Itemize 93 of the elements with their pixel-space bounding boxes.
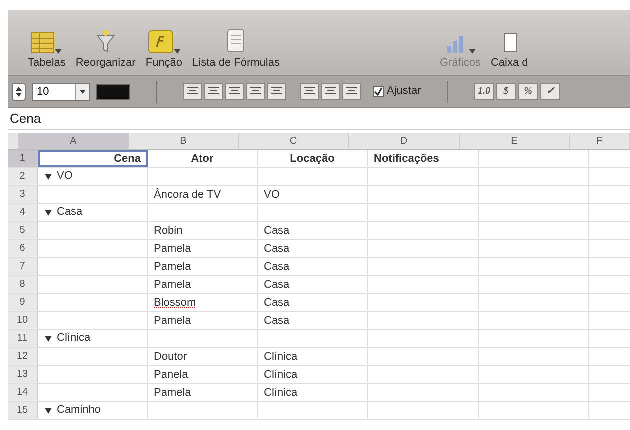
table-cell: Clínica — [264, 369, 298, 381]
row-number[interactable]: 3 — [8, 186, 38, 203]
align-button[interactable] — [321, 83, 340, 100]
align-button[interactable] — [246, 83, 265, 100]
column-header[interactable]: F — [570, 133, 630, 149]
align-button[interactable] — [300, 83, 319, 100]
align-button[interactable] — [267, 83, 286, 100]
stepper-arrows-icon — [16, 86, 22, 96]
table-cell: Notificações — [374, 153, 440, 165]
align-icon — [271, 87, 282, 96]
column-header[interactable]: B — [129, 133, 239, 149]
group-label: Clínica — [57, 331, 91, 346]
row-number[interactable]: 15 — [8, 402, 38, 419]
table-cell: Casa — [264, 225, 290, 237]
toolbar-button[interactable]: Reorganizar — [76, 26, 136, 69]
format-button[interactable]: ✓ — [540, 83, 560, 100]
row-number[interactable]: 1 — [8, 150, 38, 167]
column-header[interactable]: A — [19, 133, 129, 149]
align-icon — [208, 87, 219, 96]
group-label: Casa — [57, 205, 83, 220]
table-cell: Casa — [264, 315, 290, 327]
table-cell: Casa — [264, 261, 290, 273]
table-cell: Casa — [264, 279, 290, 291]
table-cell: Clínica — [264, 351, 298, 363]
row-number[interactable]: 5 — [8, 222, 38, 239]
table-cell: Panela — [154, 369, 188, 381]
align-icon — [187, 87, 198, 96]
stepper[interactable] — [12, 82, 26, 100]
disclosure-triangle[interactable] — [45, 210, 52, 216]
align-icon — [229, 87, 240, 96]
disclosure-triangle[interactable] — [45, 408, 52, 414]
row-number[interactable]: 7 — [8, 258, 38, 275]
toolbar-button[interactable]: Função — [146, 26, 183, 69]
align-button[interactable] — [183, 83, 202, 100]
table-cell: Pamela — [154, 315, 192, 327]
table-cell: Pamela — [154, 261, 192, 273]
row-number[interactable]: 13 — [8, 366, 38, 383]
align-icon — [304, 87, 315, 96]
table-cell: Casa — [264, 243, 290, 255]
row-number[interactable]: 4 — [8, 204, 38, 221]
row-number[interactable]: 10 — [8, 312, 38, 329]
disclosure-triangle[interactable] — [45, 336, 52, 342]
row-number[interactable]: 12 — [8, 348, 38, 365]
caret-icon — [174, 49, 181, 54]
row-number[interactable]: 2 — [8, 168, 38, 185]
align-icon — [346, 87, 357, 96]
row-number[interactable]: 9 — [8, 294, 38, 311]
format-button[interactable]: $ — [496, 83, 516, 100]
table-cell: Âncora de TV — [154, 189, 222, 201]
funnel-icon — [94, 28, 117, 54]
caret-icon — [468, 49, 476, 54]
toolbar-button[interactable]: Caixa d — [490, 26, 528, 69]
table-cell: Pamela — [154, 243, 192, 255]
align-button[interactable] — [204, 83, 223, 100]
table-cell: Clínica — [264, 387, 298, 399]
color-well[interactable] — [96, 84, 130, 100]
toolbar-button[interactable]: Lista de Fórmulas — [192, 26, 280, 69]
column-header[interactable]: E — [460, 133, 570, 149]
checkbox-label: Ajustar — [387, 84, 422, 100]
row-number[interactable]: 6 — [8, 240, 38, 257]
row-number[interactable]: 14 — [8, 384, 38, 401]
table-cell: Cena — [114, 153, 141, 165]
table-cell: Pamela — [154, 279, 192, 291]
row-number[interactable]: 8 — [8, 276, 38, 293]
table-cell: VO — [264, 189, 280, 201]
dropdown-icon — [75, 84, 89, 100]
format-button[interactable]: % — [518, 83, 538, 100]
text-box-icon — [502, 32, 517, 54]
align-button[interactable] — [225, 83, 244, 100]
row-number[interactable]: 11 — [8, 330, 38, 347]
table-icon — [31, 32, 56, 54]
table-cell: Blossom — [154, 297, 196, 309]
caret-icon — [55, 49, 62, 54]
table-cell: Casa — [264, 297, 290, 309]
table-cell: Doutor — [154, 351, 188, 363]
align-icon — [325, 87, 336, 96]
column-header[interactable]: C — [239, 133, 349, 149]
format-button[interactable]: 1.0 — [474, 83, 494, 100]
disclosure-triangle[interactable] — [45, 174, 52, 180]
align-icon — [250, 87, 261, 96]
checkbox[interactable] — [373, 86, 384, 97]
align-button[interactable] — [342, 83, 361, 100]
column-header[interactable]: D — [349, 133, 460, 149]
font-size-field[interactable]: 10 — [32, 82, 90, 100]
table-cell: Pamela — [154, 387, 192, 399]
toolbar-button[interactable]: Tabelas — [28, 26, 66, 69]
formula-text: Cena — [10, 110, 42, 128]
group-label: Caminho — [57, 403, 102, 418]
table-cell: Ator — [191, 153, 214, 165]
function-icon — [148, 30, 174, 54]
table-cell: Robin — [154, 225, 183, 237]
table-cell: Locação — [290, 153, 335, 165]
group-label: VO — [57, 169, 73, 184]
